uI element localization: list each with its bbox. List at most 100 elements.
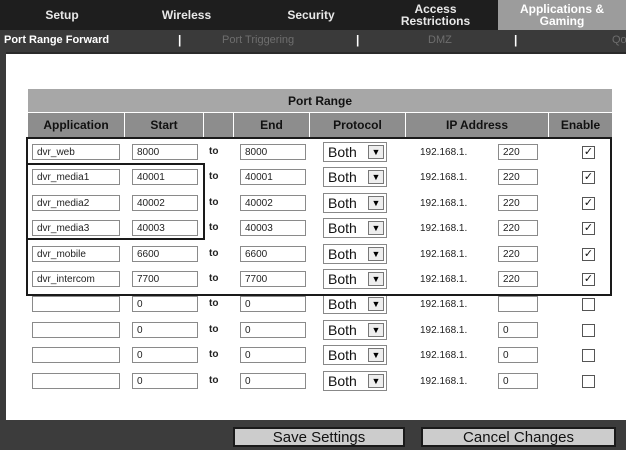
protocol-value: Both xyxy=(328,144,357,160)
enable-checkbox[interactable]: ✓ xyxy=(582,171,595,184)
ip-last-octet-input[interactable]: 0 xyxy=(498,322,538,338)
save-settings-button[interactable]: Save Settings xyxy=(233,427,405,447)
chevron-down-icon[interactable]: ▼ xyxy=(368,348,384,362)
protocol-value: Both xyxy=(328,271,357,287)
end-port-input[interactable]: 40003 xyxy=(240,220,306,236)
enable-checkbox[interactable]: ✓ xyxy=(582,146,595,159)
chevron-down-icon[interactable]: ▼ xyxy=(368,374,384,388)
protocol-select[interactable]: Both ▼ xyxy=(323,218,387,238)
application-name-input[interactable]: dvr_media1 xyxy=(32,169,120,185)
start-port-input[interactable]: 40001 xyxy=(132,169,198,185)
end-port-input[interactable]: 0 xyxy=(240,296,306,312)
application-name-input[interactable]: dvr_intercom xyxy=(32,271,120,287)
ip-last-octet-input[interactable] xyxy=(498,296,538,312)
protocol-select[interactable]: Both ▼ xyxy=(323,142,387,162)
application-name-input[interactable]: dvr_web xyxy=(32,144,120,160)
enable-checkbox[interactable]: ✓ xyxy=(582,273,595,286)
start-port-input[interactable]: 0 xyxy=(132,347,198,363)
protocol-select[interactable]: Both ▼ xyxy=(323,167,387,187)
cancel-changes-button[interactable]: Cancel Changes xyxy=(421,427,616,447)
chevron-down-icon[interactable]: ▼ xyxy=(368,221,384,235)
table-row: dvr_media1 40001 to 40001 Both ▼ 192.168.1. 220… xyxy=(28,165,612,191)
protocol-select[interactable]: Both ▼ xyxy=(323,320,387,340)
to-label: to xyxy=(209,248,219,259)
tab-setup[interactable]: Setup xyxy=(0,0,124,30)
chevron-down-icon[interactable]: ▼ xyxy=(368,145,384,159)
table-row: dvr_mobile 6600 to 6600 Both ▼ 192.168.1. 220 ✓ xyxy=(28,242,612,268)
chevron-down-icon[interactable]: ▼ xyxy=(368,196,384,210)
table-row: dvr_intercom 7700 to 7700 Both ▼ 192.168.1. 220… xyxy=(28,267,612,293)
end-port-input[interactable]: 40001 xyxy=(240,169,306,185)
enable-checkbox[interactable] xyxy=(582,298,595,311)
enable-checkbox[interactable] xyxy=(582,375,595,388)
column-enable: Enable xyxy=(549,113,612,137)
application-name-input[interactable]: dvr_mobile xyxy=(32,246,120,262)
to-label: to xyxy=(209,197,219,208)
ip-last-octet-input[interactable]: 0 xyxy=(498,347,538,363)
column-end: End xyxy=(234,113,309,137)
start-port-input[interactable]: 40002 xyxy=(132,195,198,211)
to-label: to xyxy=(209,375,219,386)
subtab-port-range-forward[interactable]: Port Range Forward xyxy=(4,34,109,46)
end-port-input[interactable]: 7700 xyxy=(240,271,306,287)
ip-last-octet-input[interactable]: 220 xyxy=(498,144,538,160)
tab-applications-gaming[interactable]: Applications & Gaming xyxy=(498,0,626,30)
start-port-input[interactable]: 40003 xyxy=(132,220,198,236)
start-port-input[interactable]: 8000 xyxy=(132,144,198,160)
ip-prefix: 192.168.1. xyxy=(420,147,468,158)
protocol-select[interactable]: Both ▼ xyxy=(323,294,387,314)
enable-checkbox[interactable] xyxy=(582,324,595,337)
end-port-input[interactable]: 6600 xyxy=(240,246,306,262)
ip-last-octet-input[interactable]: 220 xyxy=(498,246,538,262)
application-name-input[interactable]: dvr_media2 xyxy=(32,195,120,211)
subtab-qos[interactable]: QoS xyxy=(612,34,626,46)
end-port-input[interactable]: 40002 xyxy=(240,195,306,211)
application-name-input[interactable] xyxy=(32,347,120,363)
ip-last-octet-input[interactable]: 220 xyxy=(498,169,538,185)
column-ip-address: IP Address xyxy=(406,113,548,137)
end-port-input[interactable]: 0 xyxy=(240,373,306,389)
chevron-down-icon[interactable]: ▼ xyxy=(368,170,384,184)
subtab-dmz[interactable]: DMZ xyxy=(428,34,452,46)
table-row: dvr_media2 40002 to 40002 Both ▼ 192.168.1. 220… xyxy=(28,191,612,217)
protocol-select[interactable]: Both ▼ xyxy=(323,193,387,213)
enable-checkbox[interactable]: ✓ xyxy=(582,197,595,210)
protocol-select[interactable]: Both ▼ xyxy=(323,269,387,289)
protocol-select[interactable]: Both ▼ xyxy=(323,371,387,391)
start-port-input[interactable]: 0 xyxy=(132,296,198,312)
chevron-down-icon[interactable]: ▼ xyxy=(368,247,384,261)
application-name-input[interactable]: dvr_media3 xyxy=(32,220,120,236)
protocol-value: Both xyxy=(328,195,357,211)
enable-checkbox[interactable]: ✓ xyxy=(582,222,595,235)
chevron-down-icon[interactable]: ▼ xyxy=(368,272,384,286)
tab-access-restrictions[interactable]: Access Restrictions xyxy=(373,0,498,30)
subtab-port-triggering[interactable]: Port Triggering xyxy=(222,34,294,46)
application-name-input[interactable] xyxy=(32,322,120,338)
end-port-input[interactable]: 8000 xyxy=(240,144,306,160)
table-row: dvr_media3 40003 to 40003 Both ▼ 192.168.1. 220… xyxy=(28,216,612,242)
application-name-input[interactable] xyxy=(32,373,120,389)
to-label: to xyxy=(209,146,219,157)
end-port-input[interactable]: 0 xyxy=(240,322,306,338)
ip-last-octet-input[interactable]: 0 xyxy=(498,373,538,389)
enable-checkbox[interactable] xyxy=(582,349,595,362)
ip-last-octet-input[interactable]: 220 xyxy=(498,271,538,287)
enable-checkbox[interactable]: ✓ xyxy=(582,248,595,261)
to-label: to xyxy=(209,298,219,309)
start-port-input[interactable]: 0 xyxy=(132,373,198,389)
protocol-value: Both xyxy=(328,169,357,185)
start-port-input[interactable]: 6600 xyxy=(132,246,198,262)
start-port-input[interactable]: 7700 xyxy=(132,271,198,287)
tab-wireless[interactable]: Wireless xyxy=(124,0,249,30)
application-name-input[interactable] xyxy=(32,296,120,312)
tab-security[interactable]: Security xyxy=(249,0,373,30)
protocol-select[interactable]: Both ▼ xyxy=(323,345,387,365)
ip-last-octet-input[interactable]: 220 xyxy=(498,220,538,236)
table-row: 0 to 0 Both ▼ 192.168.1. 0 xyxy=(28,318,612,344)
chevron-down-icon[interactable]: ▼ xyxy=(368,323,384,337)
start-port-input[interactable]: 0 xyxy=(132,322,198,338)
protocol-select[interactable]: Both ▼ xyxy=(323,244,387,264)
chevron-down-icon[interactable]: ▼ xyxy=(368,297,384,311)
end-port-input[interactable]: 0 xyxy=(240,347,306,363)
ip-last-octet-input[interactable]: 220 xyxy=(498,195,538,211)
